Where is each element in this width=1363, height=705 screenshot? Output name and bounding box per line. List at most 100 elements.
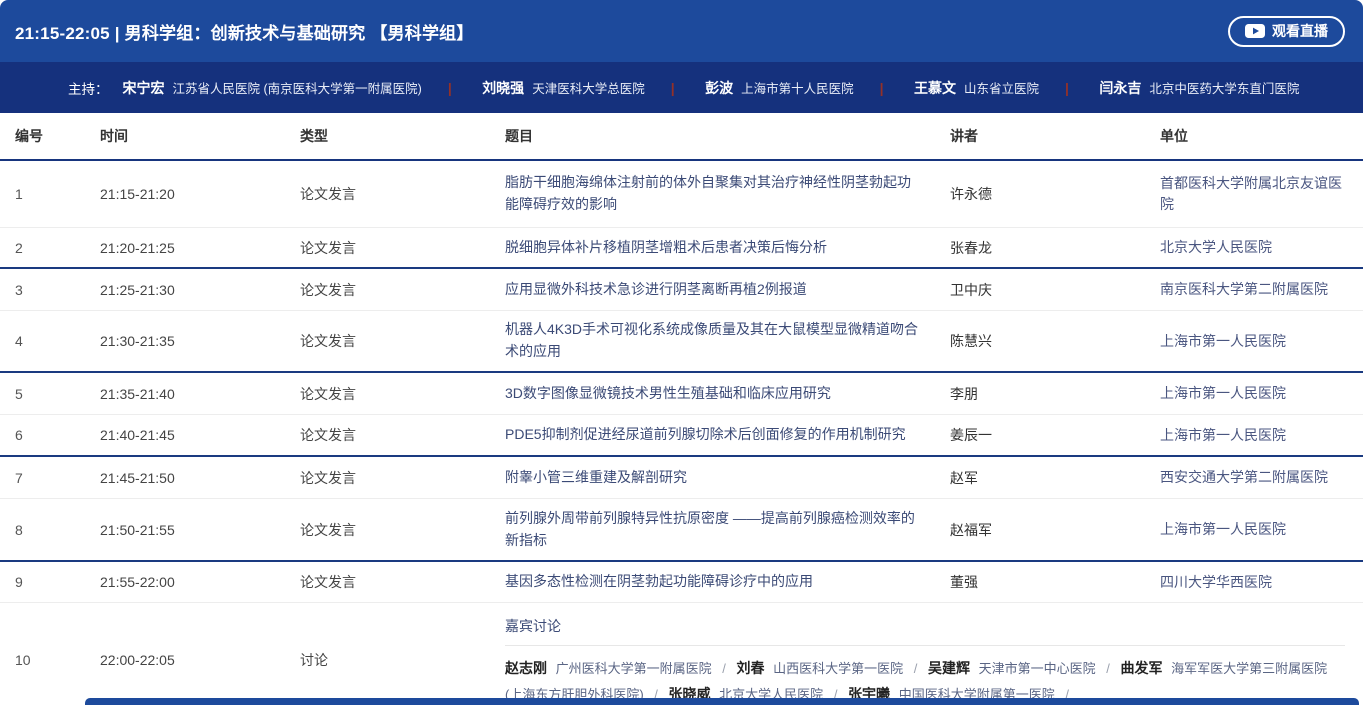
cell-organization: 西安交通大学第二附属医院 bbox=[1160, 467, 1363, 488]
column-header-time: 时间 bbox=[100, 126, 300, 146]
host-organization: 北京中医药大学东直门医院 bbox=[1149, 78, 1299, 97]
cell-time: 21:45-21:50 bbox=[100, 470, 300, 486]
cell-number: 3 bbox=[15, 282, 100, 298]
cell-title: 脂肪干细胞海绵体注射前的体外自聚集对其治疗神经性阴茎勃起功能障碍疗效的影响 bbox=[505, 172, 950, 215]
discussion-title: 嘉宾讨论 bbox=[505, 616, 1345, 636]
cell-organization: 四川大学华西医院 bbox=[1160, 572, 1363, 593]
cell-type: 论文发言 bbox=[300, 520, 505, 540]
discussion-guest: 赵志刚 广州医科大学第一附属医院 / bbox=[505, 661, 737, 676]
column-header-org: 单位 bbox=[1160, 126, 1363, 146]
column-header-no: 编号 bbox=[15, 126, 100, 146]
guest-separator: / bbox=[914, 661, 918, 676]
cell-time: 21:55-22:00 bbox=[100, 574, 300, 590]
cell-number: 6 bbox=[15, 427, 100, 443]
host-separator: | bbox=[671, 80, 675, 96]
cell-organization: 南京医科大学第二附属医院 bbox=[1160, 279, 1363, 300]
cell-organization: 首都医科大学附属北京友谊医院 bbox=[1160, 173, 1363, 215]
session-title: 21:15-22:05 | 男科学组：创新技术与基础研究 【男科学组】 bbox=[15, 19, 474, 44]
cell-type: 论文发言 bbox=[300, 384, 505, 404]
cell-time: 21:35-21:40 bbox=[100, 386, 300, 402]
host-name: 闫永吉 bbox=[1099, 78, 1141, 98]
cell-organization: 北京大学人民医院 bbox=[1160, 237, 1363, 258]
guest-separator: / bbox=[722, 661, 726, 676]
host-organization: 山东省立医院 bbox=[964, 78, 1039, 97]
cell-time: 21:40-21:45 bbox=[100, 427, 300, 443]
guest-organization: 山西医科大学第一医院 bbox=[773, 661, 903, 676]
cell-time: 21:20-21:25 bbox=[100, 240, 300, 256]
cell-number: 1 bbox=[15, 186, 100, 202]
host-item: 宋宁宏 江苏省人民医院 (南京医科大学第一附属医院) | bbox=[123, 78, 478, 98]
host-item: 王慕文 山东省立医院 | bbox=[914, 78, 1095, 98]
cell-title: 机器人4K3D手术可视化系统成像质量及其在大鼠模型显微精道吻合术的应用 bbox=[505, 319, 950, 362]
guest-name: 刘春 bbox=[737, 660, 765, 676]
table-row-discussion: 10 22:00-22:05 讨论 嘉宾讨论 赵志刚 广州医科大学第一附属医院 … bbox=[0, 603, 1363, 705]
hosts-list: 宋宁宏 江苏省人民医院 (南京医科大学第一附属医院) | 刘晓强 天津医科大学总… bbox=[123, 78, 1300, 98]
table-row: 2 21:20-21:25 论文发言 脱细胞异体补片移植阴茎增粗术后患者决策后悔… bbox=[0, 228, 1363, 269]
guest-organization: 天津市第一中心医院 bbox=[979, 661, 1096, 676]
cell-type: 论文发言 bbox=[300, 425, 505, 445]
table-row: 8 21:50-21:55 论文发言 前列腺外周带前列腺特异性抗原密度 ——提高… bbox=[0, 499, 1363, 562]
cell-speaker: 许永德 bbox=[950, 184, 1160, 204]
discussion-guest: 吴建辉 天津市第一中心医院 / bbox=[928, 661, 1121, 676]
cell-speaker: 李朋 bbox=[950, 384, 1160, 404]
column-header-speaker: 讲者 bbox=[950, 126, 1160, 146]
cell-type: 讨论 bbox=[300, 650, 505, 670]
cell-organization: 上海市第一人民医院 bbox=[1160, 425, 1363, 446]
cell-title: 前列腺外周带前列腺特异性抗原密度 ——提高前列腺癌检测效率的新指标 bbox=[505, 508, 950, 551]
table-row: 1 21:15-21:20 论文发言 脂肪干细胞海绵体注射前的体外自聚集对其治疗… bbox=[0, 161, 1363, 228]
cell-speaker: 姜辰一 bbox=[950, 425, 1160, 445]
cell-type: 论文发言 bbox=[300, 331, 505, 351]
discussion-divider bbox=[505, 645, 1345, 646]
guest-organization: 广州医科大学第一附属医院 bbox=[556, 661, 712, 676]
cell-number: 9 bbox=[15, 574, 100, 590]
host-item: 闫永吉 北京中医药大学东直门医院 | bbox=[1099, 78, 1299, 98]
video-play-icon bbox=[1245, 24, 1265, 38]
cell-organization: 上海市第一人民医院 bbox=[1160, 331, 1363, 352]
next-section-header-edge bbox=[85, 698, 1359, 705]
host-separator: | bbox=[1065, 80, 1069, 96]
host-organization: 上海市第十人民医院 bbox=[741, 78, 854, 97]
hosts-bar: 主持： 宋宁宏 江苏省人民医院 (南京医科大学第一附属医院) | 刘晓强 天津医… bbox=[0, 62, 1363, 113]
cell-type: 论文发言 bbox=[300, 184, 505, 204]
cell-title: 3D数字图像显微镜技术男性生殖基础和临床应用研究 bbox=[505, 383, 950, 405]
cell-title: 基因多态性检测在阴茎勃起功能障碍诊疗中的应用 bbox=[505, 571, 950, 593]
cell-title: 应用显微外科技术急诊进行阴茎离断再植2例报道 bbox=[505, 279, 950, 301]
table-row: 5 21:35-21:40 论文发言 3D数字图像显微镜技术男性生殖基础和临床应… bbox=[0, 373, 1363, 415]
cell-type: 论文发言 bbox=[300, 280, 505, 300]
cell-speaker: 陈慧兴 bbox=[950, 331, 1160, 351]
cell-speaker: 董强 bbox=[950, 572, 1160, 592]
table-row: 9 21:55-22:00 论文发言 基因多态性检测在阴茎勃起功能障碍诊疗中的应… bbox=[0, 562, 1363, 603]
host-name: 彭波 bbox=[705, 78, 733, 98]
cell-title: PDE5抑制剂促进经尿道前列腺切除术后创面修复的作用机制研究 bbox=[505, 424, 950, 446]
cell-number: 10 bbox=[15, 652, 100, 668]
host-name: 王慕文 bbox=[914, 78, 956, 98]
cell-time: 22:00-22:05 bbox=[100, 652, 300, 668]
cell-speaker: 卫中庆 bbox=[950, 280, 1160, 300]
cell-time: 21:15-21:20 bbox=[100, 186, 300, 202]
discussion-guest: 刘春 山西医科大学第一医院 / bbox=[737, 661, 929, 676]
cell-number: 7 bbox=[15, 470, 100, 486]
cell-organization: 上海市第一人民医院 bbox=[1160, 383, 1363, 404]
column-header-type: 类型 bbox=[300, 126, 505, 146]
host-separator: | bbox=[880, 80, 884, 96]
column-header-title: 题目 bbox=[505, 126, 950, 146]
cell-speaker: 张春龙 bbox=[950, 238, 1160, 258]
cell-speaker: 赵福军 bbox=[950, 520, 1160, 540]
host-organization: 江苏省人民医院 (南京医科大学第一附属医院) bbox=[173, 78, 422, 97]
cell-number: 8 bbox=[15, 522, 100, 538]
cell-type: 论文发言 bbox=[300, 238, 505, 258]
watch-live-label: 观看直播 bbox=[1272, 21, 1328, 41]
host-item: 刘晓强 天津医科大学总医院 | bbox=[482, 78, 700, 98]
cell-title: 脱细胞异体补片移植阴茎增粗术后患者决策后悔分析 bbox=[505, 237, 950, 259]
watch-live-button[interactable]: 观看直播 bbox=[1228, 16, 1345, 47]
table-row: 4 21:30-21:35 论文发言 机器人4K3D手术可视化系统成像质量及其在… bbox=[0, 311, 1363, 373]
cell-type: 论文发言 bbox=[300, 468, 505, 488]
cell-organization: 上海市第一人民医院 bbox=[1160, 519, 1363, 540]
guest-name: 曲发军 bbox=[1121, 660, 1163, 676]
cell-type: 论文发言 bbox=[300, 572, 505, 592]
cell-time: 21:30-21:35 bbox=[100, 333, 300, 349]
session-header-bar: 21:15-22:05 | 男科学组：创新技术与基础研究 【男科学组】 观看直播 bbox=[0, 0, 1363, 62]
table-body: 1 21:15-21:20 论文发言 脂肪干细胞海绵体注射前的体外自聚集对其治疗… bbox=[0, 161, 1363, 603]
cell-time: 21:50-21:55 bbox=[100, 522, 300, 538]
table-row: 7 21:45-21:50 论文发言 附睾小管三维重建及解剖研究 赵军 西安交通… bbox=[0, 457, 1363, 499]
